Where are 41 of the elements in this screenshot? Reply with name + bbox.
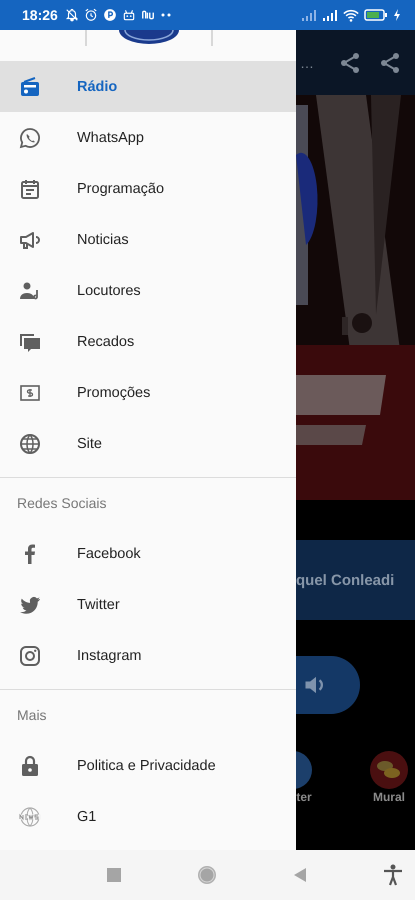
drawer-item[interactable]: Politica e Privacidade [0,740,296,791]
phone-bubble-icon [18,126,42,150]
signal-icon [301,9,317,21]
charging-icon [393,9,401,21]
alarm-icon [84,8,98,22]
clock-time: 18:26 [22,7,58,23]
share-icon[interactable] [378,50,402,74]
drawer-item[interactable]: Instagram [0,630,296,681]
drawer-item[interactable]: Twitter [0,579,296,630]
battery-icon [364,9,388,21]
drawer-item[interactable]: Site [0,418,296,469]
section-header: Redes Sociais [16,494,108,513]
bottom-nav-item[interactable]: Mural [369,750,409,804]
wifi-icon [343,8,359,22]
share-icon[interactable] [338,50,362,74]
song-title: quel Conleadi [296,572,394,588]
bell-off-icon [64,8,79,22]
radio-icon [18,74,42,98]
robot-icon [122,8,136,22]
app-icon [140,8,155,22]
drawer-item[interactable]: Rádio [0,61,296,112]
drawer-item[interactable]: Facebook [0,528,296,579]
app-title: … [300,54,315,70]
more-icon [160,12,172,18]
drawer-item[interactable]: Recados [0,316,296,367]
signal-icon [322,9,338,21]
drawer-item[interactable]: Programação [0,163,296,214]
section-header: Mais [16,706,48,725]
drawer-item[interactable]: Promoções [0,367,296,418]
drawer-item[interactable]: Locutores [0,265,296,316]
news-globe-icon [18,804,42,828]
globe-icon [18,432,42,456]
accessibility-icon[interactable] [383,864,403,886]
bottom-nav-item[interactable]: ter [296,750,312,804]
camera-icon [18,644,42,668]
parking-icon [102,8,117,22]
drawer-item[interactable]: WhatsApp [0,112,296,163]
drawer-item[interactable]: Noticias [0,214,296,265]
chat-bubbles-icon [369,750,409,790]
drawer-item[interactable]: G1 [0,791,296,842]
volume-button[interactable] [296,656,360,714]
